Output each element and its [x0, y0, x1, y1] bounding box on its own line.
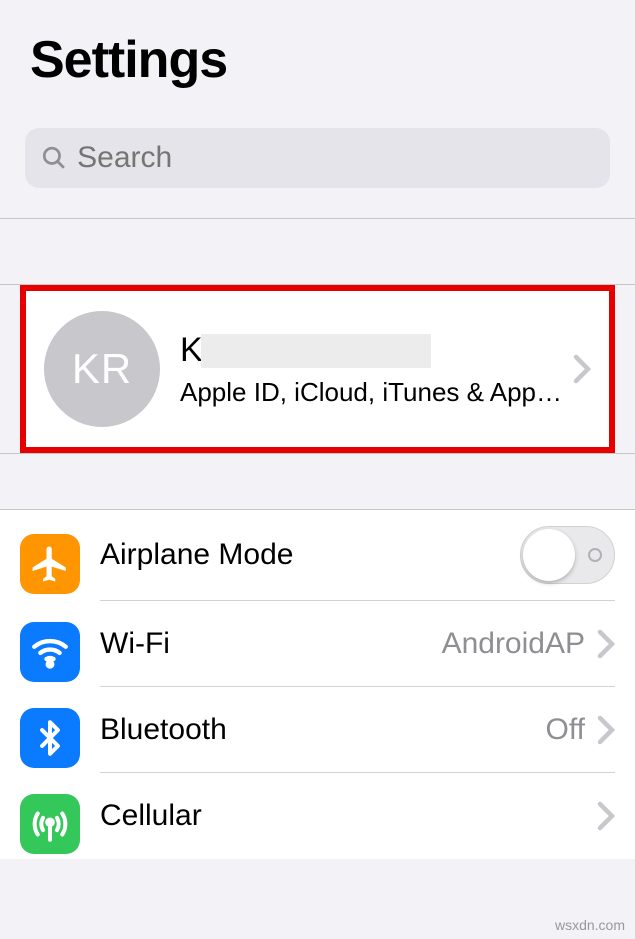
wifi-icon: [20, 622, 80, 682]
row-label: Cellular: [100, 799, 597, 833]
cellular-row[interactable]: Cellular: [0, 773, 635, 859]
row-label: Bluetooth: [100, 713, 546, 747]
chevron-right-icon: [597, 715, 615, 745]
account-subtitle: Apple ID, iCloud, iTunes & App…: [180, 377, 573, 408]
row-label: Airplane Mode: [100, 538, 520, 572]
account-name: K: [180, 331, 573, 371]
apple-id-row[interactable]: KR K Apple ID, iCloud, iTunes & App…: [26, 291, 609, 447]
redaction-overlay: [201, 334, 431, 368]
search-icon: [41, 144, 67, 172]
highlight-annotation: KR K Apple ID, iCloud, iTunes & App…: [20, 285, 615, 453]
row-label: Wi-Fi: [100, 627, 442, 661]
search-input[interactable]: [77, 141, 594, 175]
airplane-mode-row[interactable]: Airplane Mode: [0, 510, 635, 601]
row-value: Off: [546, 713, 585, 747]
airplane-toggle[interactable]: [520, 526, 615, 584]
airplane-icon: [20, 534, 80, 594]
chevron-right-icon: [597, 629, 615, 659]
bluetooth-icon: [20, 708, 80, 768]
avatar: KR: [44, 311, 160, 427]
row-value: AndroidAP: [442, 627, 585, 661]
page-title: Settings: [30, 30, 610, 90]
chevron-right-icon: [597, 801, 615, 831]
search-field[interactable]: [25, 128, 610, 188]
cellular-icon: [20, 794, 80, 854]
watermark: wsxdn.com: [555, 917, 625, 933]
chevron-right-icon: [573, 354, 591, 384]
bluetooth-row[interactable]: Bluetooth Off: [0, 687, 635, 773]
wifi-row[interactable]: Wi-Fi AndroidAP: [0, 601, 635, 687]
